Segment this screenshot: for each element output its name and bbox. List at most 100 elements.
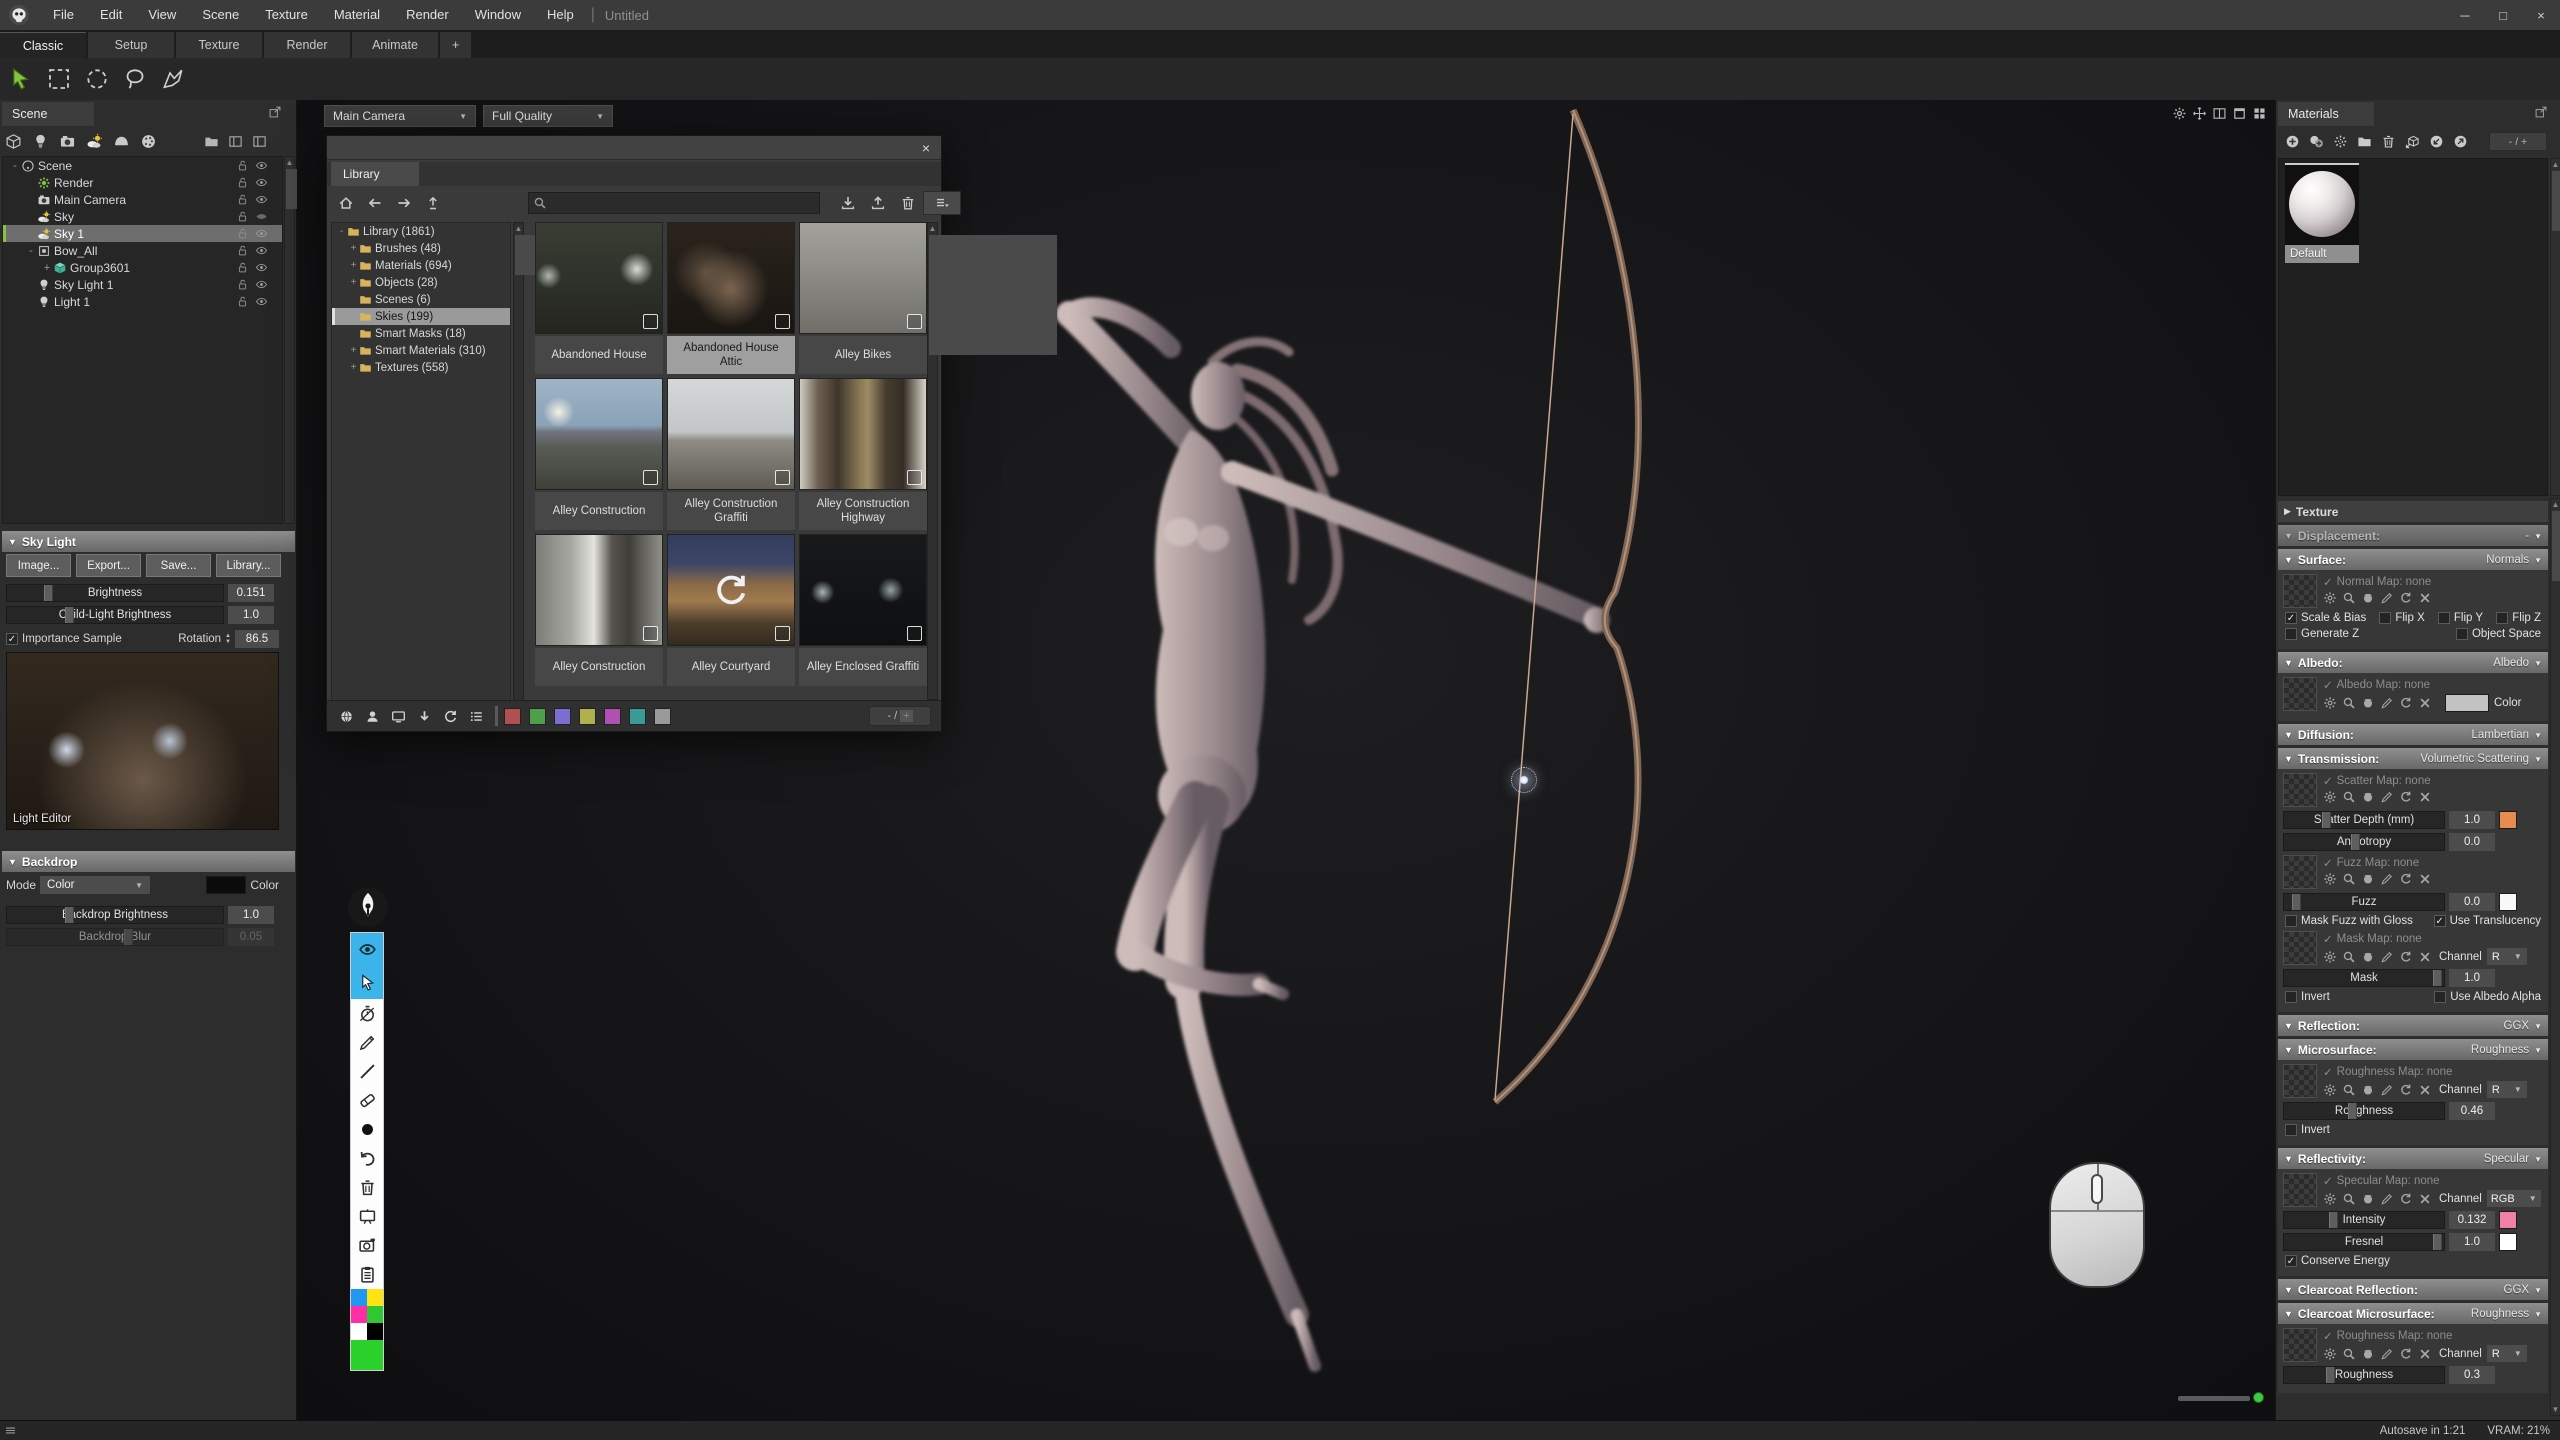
child-light-brightness-slider[interactable]: Child-Light Brightness	[6, 606, 224, 624]
checkbox-box[interactable]: ✓	[2285, 612, 2297, 624]
checkbox-box[interactable]	[2379, 612, 2391, 624]
eye-icon[interactable]	[255, 193, 268, 206]
material-props-scrollbar[interactable]: ▲ ▼	[2550, 498, 2560, 1416]
split-panel-button[interactable]	[247, 131, 271, 153]
slider-color-swatch[interactable]	[2499, 811, 2517, 829]
expander[interactable]: +	[41, 262, 53, 274]
checkbox-scale-bias[interactable]: ✓Scale & Bias	[2285, 612, 2366, 624]
section-mode-dropdown[interactable]: GGX▼	[2504, 1284, 2542, 1296]
library-item-alley-construction-highway[interactable]: Alley Construction Highway	[799, 378, 927, 530]
section-header-albedo[interactable]: ▼Albedo:Albedo▼	[2278, 652, 2548, 673]
light-pin-sparkle[interactable]	[1511, 767, 1537, 793]
pen-color-swatch[interactable]	[367, 1289, 383, 1306]
tag-swatch[interactable]	[554, 708, 571, 725]
import-button[interactable]	[833, 192, 863, 214]
quick-pick-map-button[interactable]	[2361, 696, 2375, 710]
expander[interactable]: +	[348, 362, 359, 373]
tag-swatch[interactable]	[579, 708, 596, 725]
expander[interactable]: -	[25, 245, 37, 257]
camera-dropdown[interactable]: Main Camera ▼	[324, 105, 476, 127]
pen-tool-eraser[interactable]	[351, 1086, 383, 1115]
slider-value[interactable]: 0.132	[2449, 1211, 2495, 1229]
scroll-end-dot[interactable]	[2253, 1392, 2264, 1403]
clear-map-button[interactable]	[2418, 950, 2432, 964]
workspace-tab-render[interactable]: Render	[264, 32, 350, 58]
search-map-button[interactable]	[2342, 872, 2356, 886]
reset-map-button[interactable]	[2399, 1192, 2413, 1206]
lock-icon[interactable]	[236, 193, 249, 206]
transform-move-button[interactable]	[2192, 106, 2207, 121]
extract-material-button[interactable]	[2400, 131, 2424, 153]
checkbox-box[interactable]	[2456, 628, 2468, 640]
brightness-slider-handle[interactable]	[44, 585, 53, 601]
edit-map-button[interactable]	[2380, 696, 2394, 710]
search-map-button[interactable]	[2342, 696, 2356, 710]
reset-map-button[interactable]	[2399, 790, 2413, 804]
slider-value[interactable]: 0.0	[2449, 833, 2495, 851]
delete-button[interactable]	[893, 192, 923, 214]
lasso-select-tool[interactable]	[118, 62, 152, 96]
back-button[interactable]	[360, 192, 389, 214]
pen-tool-whiteboard[interactable]	[351, 1202, 383, 1231]
pen-color-swatch[interactable]	[351, 1289, 367, 1306]
channel-dropdown[interactable]: R▼	[2487, 1345, 2527, 1362]
intensity-slider[interactable]: Intensity	[2283, 1211, 2445, 1229]
viewport-mini-scrollbar[interactable]	[2178, 1396, 2250, 1401]
search-map-button[interactable]	[2342, 950, 2356, 964]
tree-item-scene[interactable]: -Scene	[3, 157, 282, 174]
thumbnail-checkbox[interactable]	[775, 626, 790, 641]
lock-icon[interactable]	[236, 278, 249, 291]
menu-scene[interactable]: Scene	[189, 0, 252, 30]
roughness-slider[interactable]: Roughness	[2283, 1366, 2445, 1384]
sky-light-header[interactable]: ▼ Sky Light	[2, 531, 295, 552]
slider-handle[interactable]	[2433, 1234, 2442, 1250]
clear-map-button[interactable]	[2418, 1192, 2432, 1206]
eye-closed-icon[interactable]	[255, 210, 268, 223]
reset-map-button[interactable]	[2399, 950, 2413, 964]
materials-popout-button[interactable]	[2534, 105, 2548, 119]
mesh-cube-filter-button[interactable]	[0, 131, 27, 153]
edit-map-button[interactable]	[2380, 1347, 2394, 1361]
pen-tool-screenshot[interactable]	[351, 1231, 383, 1260]
search-map-button[interactable]	[2342, 790, 2356, 804]
channel-dropdown[interactable]: R▼	[2487, 948, 2527, 965]
forward-button[interactable]	[389, 192, 418, 214]
section-mode-dropdown[interactable]: Lambertian▼	[2472, 729, 2542, 741]
polygon-lasso-tool[interactable]	[156, 62, 190, 96]
slider-value[interactable]: 1.0	[2449, 969, 2495, 987]
home-button[interactable]	[331, 192, 360, 214]
slider-handle[interactable]	[2329, 1212, 2338, 1228]
minimize-button[interactable]: ─	[2446, 0, 2484, 30]
mesh-object-filter-button[interactable]	[108, 131, 135, 153]
folder-button[interactable]	[199, 131, 223, 153]
roughness-slider[interactable]: Roughness	[2283, 1102, 2445, 1120]
tab-scene[interactable]: Scene	[2, 102, 94, 126]
thumbnail-checkbox[interactable]	[643, 626, 658, 641]
anisotropy-slider[interactable]: Anisotropy	[2283, 833, 2445, 851]
menu-texture[interactable]: Texture	[252, 0, 321, 30]
eye-icon[interactable]	[255, 159, 268, 172]
library-item-abandoned-house-attic[interactable]: Abandoned House Attic	[667, 222, 795, 374]
material-palette-filter-button[interactable]	[135, 131, 162, 153]
thumbnail-checkbox[interactable]	[643, 470, 658, 485]
edit-map-button[interactable]	[2380, 790, 2394, 804]
tree-item-sky[interactable]: Sky	[3, 208, 282, 225]
slider-handle[interactable]	[2326, 1367, 2335, 1383]
section-header-surface[interactable]: ▼Surface:Normals▼	[2278, 549, 2548, 570]
scene-tree-scrollbar[interactable]: ▲	[284, 156, 295, 524]
pen-tool-visibility[interactable]	[351, 933, 383, 966]
quick-pick-map-button[interactable]	[2361, 1192, 2375, 1206]
menu-render[interactable]: Render	[393, 0, 462, 30]
tree-item-bow-all[interactable]: -Bow_All	[3, 242, 282, 259]
quick-pick-map-button[interactable]	[2361, 1083, 2375, 1097]
slider-value[interactable]: 0.0	[2449, 893, 2495, 911]
epic-pen-logo-icon[interactable]	[347, 886, 389, 928]
checkbox-box[interactable]	[2496, 612, 2508, 624]
settings-map-button[interactable]	[2323, 950, 2337, 964]
library-folder-smart-materials-310-[interactable]: +Smart Materials (310)	[332, 342, 510, 359]
reset-map-button[interactable]	[2399, 696, 2413, 710]
section-header-clearcoat-reflection[interactable]: ▼Clearcoat Reflection:GGX▼	[2278, 1279, 2548, 1300]
section-mode-dropdown[interactable]: Roughness▼	[2471, 1308, 2542, 1320]
thumbnail-checkbox[interactable]	[907, 470, 922, 485]
checkbox-flip-x[interactable]: Flip X	[2379, 612, 2424, 624]
